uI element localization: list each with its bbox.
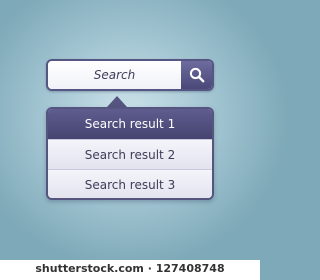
search-results-dropdown: Search result 1 Search result 2 Search r… bbox=[46, 107, 214, 200]
dropdown-pointer bbox=[107, 96, 127, 107]
footer-strip: shutterstock.com · 127408748 bbox=[0, 260, 260, 280]
search-results-list: Search result 1 Search result 2 Search r… bbox=[48, 109, 212, 198]
search-result-item[interactable]: Search result 3 bbox=[48, 169, 212, 198]
search-result-item[interactable]: Search result 2 bbox=[48, 139, 212, 169]
search-input[interactable]: Search bbox=[48, 61, 181, 89]
search-result-item[interactable]: Search result 1 bbox=[48, 109, 212, 139]
watermark-text: shutterstock.com · 127408748 bbox=[35, 262, 225, 275]
search-bar: Search bbox=[46, 59, 214, 91]
search-icon bbox=[189, 67, 204, 83]
search-button[interactable] bbox=[181, 61, 212, 89]
